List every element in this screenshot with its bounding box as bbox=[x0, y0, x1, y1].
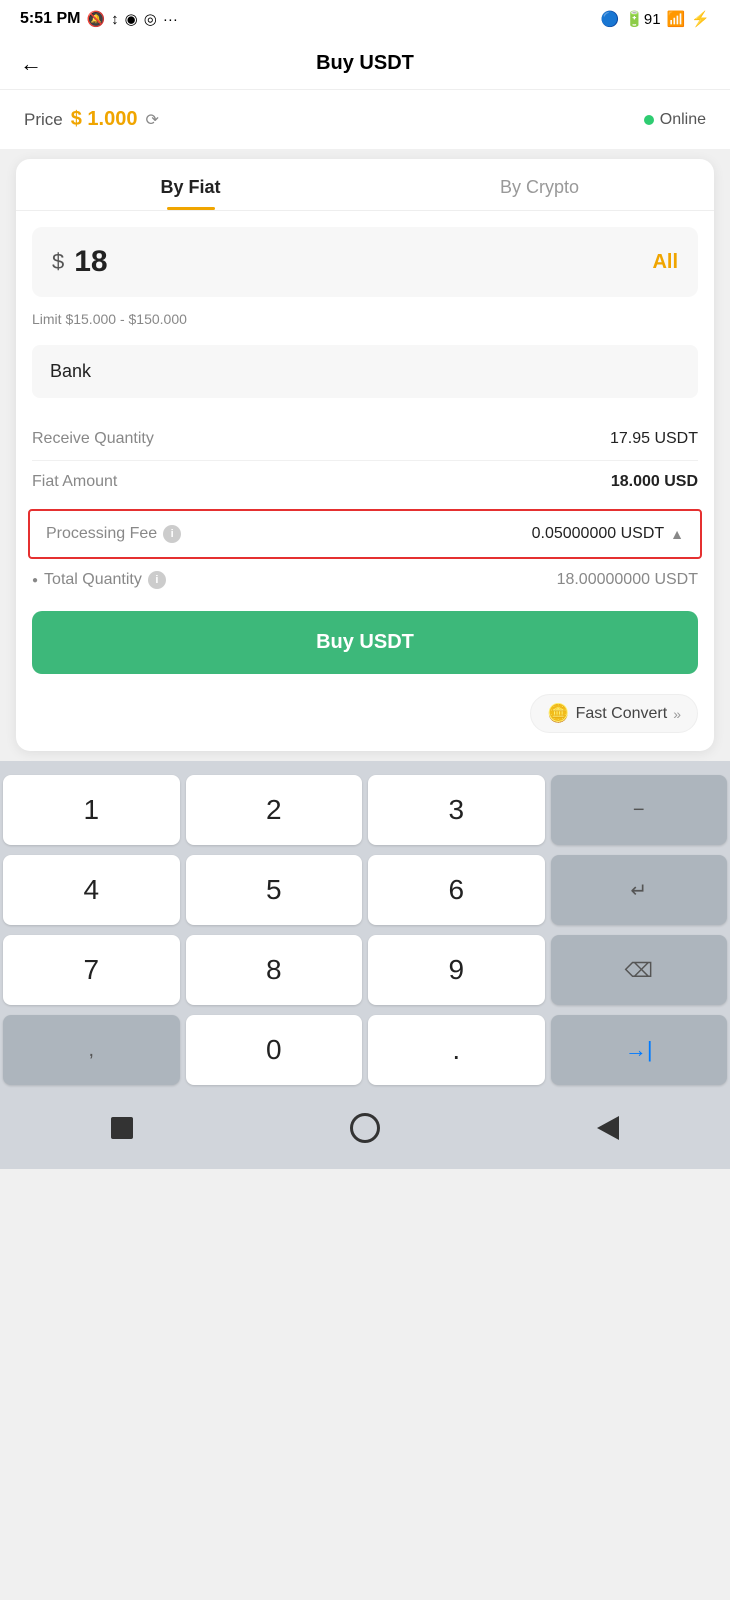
key-9[interactable]: 9 bbox=[368, 935, 545, 1005]
online-badge: Online bbox=[644, 111, 706, 129]
status-right: 🔵 🔋91 📶 ⚡ bbox=[601, 10, 710, 28]
key-comma[interactable]: , bbox=[3, 1015, 180, 1085]
nav-square-button[interactable] bbox=[101, 1107, 143, 1149]
price-row: Price $ 1.000 ⟳ Online bbox=[0, 90, 730, 149]
receive-quantity-value: 17.95 USDT bbox=[610, 430, 698, 448]
battery-icon: 🔋91 bbox=[625, 10, 660, 28]
processing-fee-text: Processing Fee bbox=[46, 525, 157, 543]
bluetooth-icon: 🔵 bbox=[601, 10, 620, 28]
fast-convert-text: Fast Convert bbox=[576, 705, 668, 723]
eye-icon: ◎ bbox=[144, 10, 157, 28]
dollar-sign: $ bbox=[52, 249, 64, 275]
receive-quantity-label: Receive Quantity bbox=[32, 430, 154, 448]
fee-label: Processing Fee i bbox=[46, 525, 181, 543]
key-8[interactable]: 8 bbox=[186, 935, 363, 1005]
amount-area[interactable]: $ 18 All bbox=[32, 227, 698, 297]
tab-by-fiat[interactable]: By Fiat bbox=[16, 159, 365, 210]
top-nav: ← Buy USDT bbox=[0, 38, 730, 90]
circle-icon bbox=[350, 1113, 380, 1143]
tabs: By Fiat By Crypto bbox=[16, 159, 714, 211]
nav-home-button[interactable] bbox=[344, 1107, 386, 1149]
amount-value: 18 bbox=[74, 245, 107, 279]
processing-fee-value: 0.05000000 USDT bbox=[532, 525, 665, 543]
fast-convert-arrows: » bbox=[673, 706, 681, 722]
key-0[interactable]: 0 bbox=[186, 1015, 363, 1085]
wifi-icon: 📶 bbox=[667, 10, 686, 28]
fiat-amount-label: Fiat Amount bbox=[32, 473, 117, 491]
key-backspace[interactable]: ⌫ bbox=[551, 935, 728, 1005]
processing-fee-info-icon[interactable]: i bbox=[163, 525, 181, 543]
fiat-amount-row: Fiat Amount 18.000 USD bbox=[32, 461, 698, 503]
back-button[interactable]: ← bbox=[20, 51, 42, 77]
keyboard-row-4: , 0 . →| bbox=[0, 1011, 730, 1089]
refresh-icon[interactable]: ⟳ bbox=[145, 110, 158, 130]
fiat-amount-value: 18.000 USD bbox=[611, 473, 698, 491]
key-7[interactable]: 7 bbox=[3, 935, 180, 1005]
page-title: Buy USDT bbox=[316, 52, 414, 75]
total-quantity-info-icon[interactable]: i bbox=[148, 571, 166, 589]
status-left: 5:51 PM 🔕 ↕ ◉ ◎ ··· bbox=[20, 10, 178, 28]
fee-value: 0.05000000 USDT ▲ bbox=[532, 525, 684, 543]
info-rows: Receive Quantity 17.95 USDT Fiat Amount … bbox=[16, 412, 714, 509]
key-6[interactable]: 6 bbox=[368, 855, 545, 925]
more-icon: ··· bbox=[163, 11, 178, 28]
sync-icon: ↕ bbox=[111, 11, 119, 28]
bottom-bar bbox=[0, 1095, 730, 1169]
key-minus[interactable]: − bbox=[551, 775, 728, 845]
fast-convert-icon: 🪙 bbox=[547, 703, 569, 724]
bank-field[interactable]: Bank bbox=[32, 345, 698, 398]
processing-fee-row: Processing Fee i 0.05000000 USDT ▲ bbox=[28, 509, 702, 559]
keyboard-row-3: 7 8 9 ⌫ bbox=[0, 931, 730, 1009]
bullet-icon: ● bbox=[32, 575, 38, 586]
amount-input-row: $ 18 bbox=[52, 245, 108, 279]
online-dot bbox=[644, 115, 654, 125]
main-card: By Fiat By Crypto $ 18 All Limit $15.000… bbox=[16, 159, 714, 751]
keyboard-row-1: 1 2 3 − bbox=[0, 771, 730, 849]
keyboard-row-2: 4 5 6 ↵ bbox=[0, 851, 730, 929]
key-1[interactable]: 1 bbox=[3, 775, 180, 845]
key-3[interactable]: 3 bbox=[368, 775, 545, 845]
limit-text: Limit $15.000 - $150.000 bbox=[16, 307, 714, 339]
chevron-up-icon: ▲ bbox=[670, 526, 684, 542]
fast-convert-area: 🪙 Fast Convert » bbox=[16, 688, 714, 751]
price-label: Price bbox=[24, 110, 63, 130]
online-label: Online bbox=[660, 111, 706, 129]
total-quantity-row: ● Total Quantity i 18.00000000 USDT bbox=[16, 559, 714, 601]
square-icon bbox=[111, 1117, 133, 1139]
price-value: $ 1.000 bbox=[71, 108, 138, 131]
status-time: 5:51 PM bbox=[20, 10, 80, 28]
alarm-icon: 🔕 bbox=[86, 10, 105, 28]
tab-by-crypto[interactable]: By Crypto bbox=[365, 159, 714, 210]
fast-convert-button[interactable]: 🪙 Fast Convert » bbox=[530, 694, 698, 733]
key-return[interactable]: ↵ bbox=[551, 855, 728, 925]
buy-usdt-button[interactable]: Buy USDT bbox=[32, 611, 698, 674]
keyboard: 1 2 3 − 4 5 6 ↵ 7 8 9 ⌫ , 0 . →| bbox=[0, 761, 730, 1095]
key-4[interactable]: 4 bbox=[3, 855, 180, 925]
location-icon: ◉ bbox=[125, 10, 138, 28]
price-left: Price $ 1.000 ⟳ bbox=[24, 108, 159, 131]
total-quantity-text: Total Quantity bbox=[44, 571, 142, 589]
charging-icon: ⚡ bbox=[691, 10, 710, 28]
key-period[interactable]: . bbox=[368, 1015, 545, 1085]
status-bar: 5:51 PM 🔕 ↕ ◉ ◎ ··· 🔵 🔋91 📶 ⚡ bbox=[0, 0, 730, 38]
receive-quantity-row: Receive Quantity 17.95 USDT bbox=[32, 418, 698, 461]
key-5[interactable]: 5 bbox=[186, 855, 363, 925]
processing-fee-wrapper: Processing Fee i 0.05000000 USDT ▲ bbox=[28, 509, 702, 559]
triangle-icon bbox=[597, 1116, 619, 1140]
key-next[interactable]: →| bbox=[551, 1015, 728, 1085]
total-quantity-value: 18.00000000 USDT bbox=[557, 571, 698, 589]
total-label: ● Total Quantity i bbox=[32, 571, 166, 589]
nav-back-button[interactable] bbox=[587, 1107, 629, 1149]
all-button[interactable]: All bbox=[652, 251, 678, 274]
key-2[interactable]: 2 bbox=[186, 775, 363, 845]
